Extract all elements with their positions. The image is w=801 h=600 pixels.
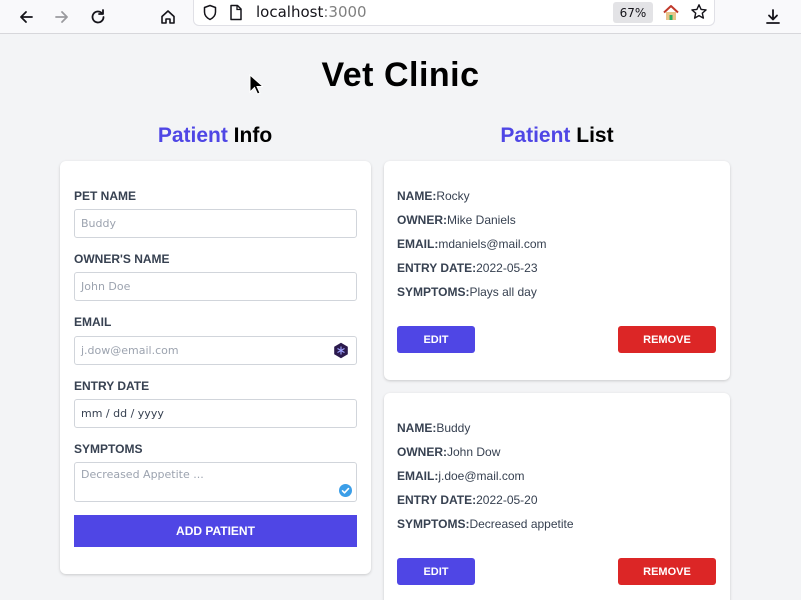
owner-name-label: OWNER'S NAME	[74, 252, 170, 266]
patient-email-row: EMAIL:mdaniels@mail.com	[397, 237, 547, 251]
mouse-cursor-icon	[249, 74, 263, 95]
patient-owner-key: OWNER:	[397, 445, 447, 459]
edit-patient-button[interactable]: EDIT	[397, 326, 475, 353]
page-title: Vet Clinic	[321, 56, 480, 94]
patient-info-heading-rest: Info	[227, 124, 273, 147]
password-manager-icon[interactable]	[333, 342, 349, 359]
entry-date-input[interactable]: mm / dd / yyyy	[74, 399, 357, 428]
zoom-level-badge[interactable]: 67%	[613, 2, 653, 23]
patient-name-key: NAME:	[397, 189, 437, 203]
patient-name-value: Buddy	[436, 421, 471, 435]
patient-name-value: Rocky	[436, 189, 470, 203]
patient-list-heading-accent: Patient	[500, 124, 571, 147]
bookmark-star-icon[interactable]	[690, 3, 708, 21]
email-label: EMAIL	[74, 315, 112, 329]
page-icon	[230, 4, 242, 21]
back-button[interactable]	[12, 3, 40, 31]
patient-date-key: ENTRY DATE:	[397, 261, 477, 275]
reload-icon	[91, 9, 105, 24]
patient-list-heading: Patient List	[397, 124, 717, 148]
browser-toolbar: localhost:3000 67%	[0, 0, 801, 34]
patient-owner-key: OWNER:	[397, 213, 447, 227]
patient-date-row: ENTRY DATE:2022-05-20	[397, 493, 538, 507]
remove-patient-button[interactable]: REMOVE	[618, 326, 716, 353]
download-icon	[766, 9, 780, 24]
patient-list-heading-rest: List	[570, 124, 614, 147]
patient-owner-row: OWNER:Mike Daniels	[397, 213, 516, 227]
email-input[interactable]: j.dow@email.com	[74, 336, 357, 365]
patient-form: PET NAME Buddy OWNER'S NAME John Doe EMA…	[60, 161, 371, 574]
add-patient-button[interactable]: ADD PATIENT	[74, 515, 357, 547]
symptoms-textarea[interactable]: Decreased Appetite ...	[74, 462, 357, 502]
patient-info-heading-accent: Patient	[157, 124, 228, 147]
patient-symptoms-key: SYMPTOMS:	[397, 285, 470, 299]
url-bar[interactable]: localhost:3000 67%	[193, 0, 715, 26]
patient-email-row: EMAIL:j.doe@mail.com	[397, 469, 525, 483]
pet-name-input[interactable]: Buddy	[74, 209, 357, 238]
edit-patient-button[interactable]: EDIT	[397, 558, 475, 585]
home-extension-icon[interactable]	[662, 4, 680, 21]
url-text: localhost:3000	[256, 3, 367, 21]
back-arrow-icon	[20, 11, 33, 23]
patient-card: NAME:Buddy OWNER:John Dow EMAIL:j.doe@ma…	[384, 393, 730, 600]
patient-date-value: 2022-05-20	[476, 493, 538, 507]
grammar-check-icon[interactable]	[338, 483, 353, 498]
patient-symptoms-value: Decreased appetite	[469, 517, 574, 531]
patient-symptoms-row: SYMPTOMS:Plays all day	[397, 285, 537, 299]
symptoms-label: SYMPTOMS	[74, 442, 143, 456]
pet-name-label: PET NAME	[74, 189, 137, 203]
entry-date-label: ENTRY DATE	[74, 379, 150, 393]
patient-name-row: NAME:Buddy	[397, 421, 470, 435]
downloads-button[interactable]	[759, 3, 787, 31]
home-button[interactable]	[154, 3, 182, 31]
patient-owner-value: Mike Daniels	[447, 213, 516, 227]
patient-email-value: mdaniels@mail.com	[438, 237, 547, 251]
reload-button[interactable]	[84, 3, 112, 31]
patient-name-key: NAME:	[397, 421, 437, 435]
patient-card: NAME:Rocky OWNER:Mike Daniels EMAIL:mdan…	[384, 161, 730, 380]
forward-button[interactable]	[48, 3, 76, 31]
patient-email-value: j.doe@mail.com	[438, 469, 525, 483]
shield-icon	[203, 4, 217, 21]
patient-date-row: ENTRY DATE:2022-05-23	[397, 261, 538, 275]
patient-info-heading: Patient Info	[55, 124, 375, 148]
remove-patient-button[interactable]: REMOVE	[618, 558, 716, 585]
url-port: :3000	[323, 3, 367, 21]
patient-email-key: EMAIL:	[397, 469, 439, 483]
forward-arrow-icon	[55, 11, 68, 23]
patient-email-key: EMAIL:	[397, 237, 439, 251]
patient-symptoms-value: Plays all day	[469, 285, 537, 299]
patient-symptoms-row: SYMPTOMS:Decreased appetite	[397, 517, 574, 531]
patient-symptoms-key: SYMPTOMS:	[397, 517, 470, 531]
email-placeholder: j.dow@email.com	[81, 344, 179, 357]
url-host: localhost	[256, 3, 324, 21]
home-icon	[161, 10, 175, 24]
patient-owner-row: OWNER:John Dow	[397, 445, 500, 459]
patient-date-key: ENTRY DATE:	[397, 493, 477, 507]
symptoms-placeholder: Decreased Appetite ...	[81, 468, 204, 481]
patient-name-row: NAME:Rocky	[397, 189, 470, 203]
owner-name-input[interactable]: John Doe	[74, 272, 357, 301]
patient-date-value: 2022-05-23	[476, 261, 538, 275]
patient-owner-value: John Dow	[447, 445, 501, 459]
